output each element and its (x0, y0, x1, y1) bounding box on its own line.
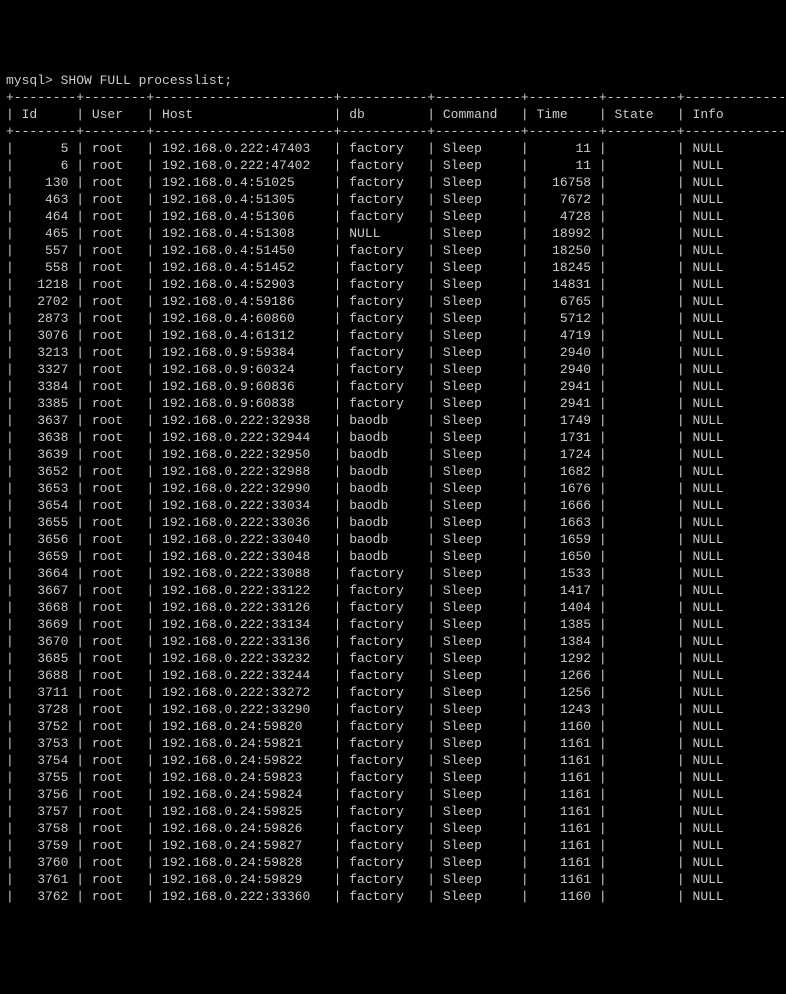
table-row: | 3762 | root | 192.168.0.222:33360 | fa… (6, 888, 780, 905)
table-row: | 3659 | root | 192.168.0.222:33048 | ba… (6, 548, 780, 565)
table-row: | 3711 | root | 192.168.0.222:33272 | fa… (6, 684, 780, 701)
table-row: | 3755 | root | 192.168.0.24:59823 | fac… (6, 769, 780, 786)
table-row: | 5 | root | 192.168.0.222:47403 | facto… (6, 140, 780, 157)
table-row: | 3076 | root | 192.168.0.4:61312 | fact… (6, 327, 780, 344)
table-row: | 3327 | root | 192.168.0.9:60324 | fact… (6, 361, 780, 378)
table-row: | 3670 | root | 192.168.0.222:33136 | fa… (6, 633, 780, 650)
table-row: | 463 | root | 192.168.0.4:51305 | facto… (6, 191, 780, 208)
table-row: | 3757 | root | 192.168.0.24:59825 | fac… (6, 803, 780, 820)
table-row: | 3637 | root | 192.168.0.222:32938 | ba… (6, 412, 780, 429)
table-border: +--------+--------+---------------------… (6, 123, 780, 140)
table-row: | 3664 | root | 192.168.0.222:33088 | fa… (6, 565, 780, 582)
table-row: | 3667 | root | 192.168.0.222:33122 | fa… (6, 582, 780, 599)
table-row: | 3685 | root | 192.168.0.222:33232 | fa… (6, 650, 780, 667)
table-border: +--------+--------+---------------------… (6, 89, 780, 106)
table-row: | 3384 | root | 192.168.0.9:60836 | fact… (6, 378, 780, 395)
table-row: | 2873 | root | 192.168.0.4:60860 | fact… (6, 310, 780, 327)
table-row: | 3759 | root | 192.168.0.24:59827 | fac… (6, 837, 780, 854)
table-row: | 465 | root | 192.168.0.4:51308 | NULL … (6, 225, 780, 242)
mysql-prompt: mysql> SHOW FULL processlist; (6, 73, 232, 88)
table-row: | 464 | root | 192.168.0.4:51306 | facto… (6, 208, 780, 225)
table-row: | 3668 | root | 192.168.0.222:33126 | fa… (6, 599, 780, 616)
table-row: | 3213 | root | 192.168.0.9:59384 | fact… (6, 344, 780, 361)
table-row: | 3758 | root | 192.168.0.24:59826 | fac… (6, 820, 780, 837)
table-row: | 3652 | root | 192.168.0.222:32988 | ba… (6, 463, 780, 480)
table-row: | 3756 | root | 192.168.0.24:59824 | fac… (6, 786, 780, 803)
table-row: | 3653 | root | 192.168.0.222:32990 | ba… (6, 480, 780, 497)
table-row: | 3760 | root | 192.168.0.24:59828 | fac… (6, 854, 780, 871)
table-row: | 3728 | root | 192.168.0.222:33290 | fa… (6, 701, 780, 718)
table-row: | 3753 | root | 192.168.0.24:59821 | fac… (6, 735, 780, 752)
processlist-output: +--------+--------+---------------------… (6, 89, 780, 905)
table-row: | 3752 | root | 192.168.0.24:59820 | fac… (6, 718, 780, 735)
table-header-row: | Id | User | Host | db | Command | Time… (6, 106, 780, 123)
table-row: | 1218 | root | 192.168.0.4:52903 | fact… (6, 276, 780, 293)
table-row: | 558 | root | 192.168.0.4:51452 | facto… (6, 259, 780, 276)
table-row: | 2702 | root | 192.168.0.4:59186 | fact… (6, 293, 780, 310)
table-row: | 3754 | root | 192.168.0.24:59822 | fac… (6, 752, 780, 769)
table-row: | 557 | root | 192.168.0.4:51450 | facto… (6, 242, 780, 259)
table-row: | 3761 | root | 192.168.0.24:59829 | fac… (6, 871, 780, 888)
table-row: | 3669 | root | 192.168.0.222:33134 | fa… (6, 616, 780, 633)
table-row: | 3688 | root | 192.168.0.222:33244 | fa… (6, 667, 780, 684)
table-row: | 3656 | root | 192.168.0.222:33040 | ba… (6, 531, 780, 548)
table-row: | 6 | root | 192.168.0.222:47402 | facto… (6, 157, 780, 174)
table-row: | 3655 | root | 192.168.0.222:33036 | ba… (6, 514, 780, 531)
table-row: | 3654 | root | 192.168.0.222:33034 | ba… (6, 497, 780, 514)
table-row: | 3385 | root | 192.168.0.9:60838 | fact… (6, 395, 780, 412)
table-row: | 3638 | root | 192.168.0.222:32944 | ba… (6, 429, 780, 446)
table-row: | 3639 | root | 192.168.0.222:32950 | ba… (6, 446, 780, 463)
table-row: | 130 | root | 192.168.0.4:51025 | facto… (6, 174, 780, 191)
